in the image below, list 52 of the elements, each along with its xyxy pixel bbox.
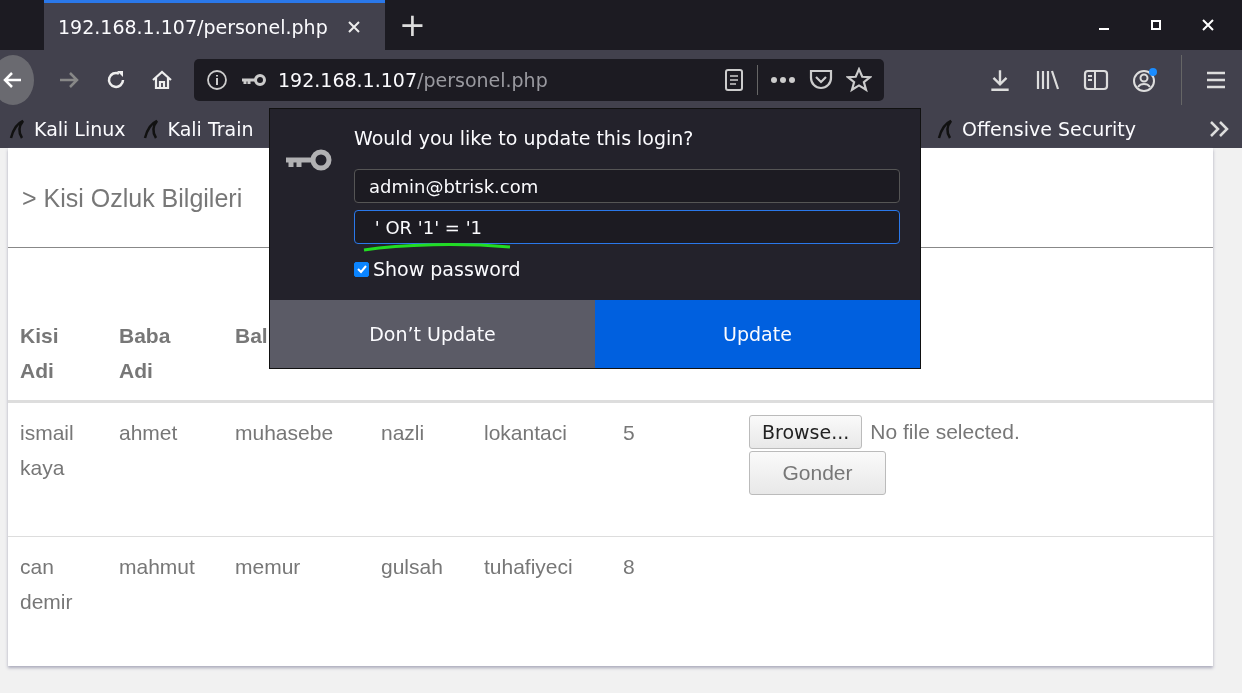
library-icon[interactable] (1035, 68, 1061, 92)
account-icon[interactable] (1131, 67, 1159, 93)
show-password-checkbox[interactable]: Show password (354, 258, 900, 280)
bookmark-item[interactable]: Kali Linux (8, 118, 126, 140)
more-icon[interactable] (770, 76, 796, 84)
column-header: Kisi Adi (20, 323, 59, 384)
new-tab-button[interactable]: + (385, 0, 440, 50)
password-field[interactable]: ' OR '1' = '1 (354, 210, 900, 244)
pocket-icon[interactable] (808, 68, 834, 92)
tab-title: 192.168.1.107/personel.php (58, 15, 328, 38)
table-cell-text: can demir (20, 554, 74, 615)
table-cell-text: ismail kaya (20, 420, 75, 481)
section-heading: > Kisi Ozluk Bilgileri (22, 183, 243, 213)
bookmark-item[interactable]: Offensive Security (936, 118, 1136, 140)
bookmark-item[interactable]: Kali Train (141, 118, 254, 140)
popup-title: Would you like to update this login? (354, 127, 695, 149)
address-bar[interactable]: 192.168.1.107/personel.php (194, 59, 884, 101)
table-cell-text: muhasebe (235, 420, 335, 446)
chevron-icon[interactable] (1208, 119, 1230, 139)
sidebar-icon[interactable] (1083, 68, 1109, 92)
url-text: 192.168.1.107/personel.php (278, 69, 548, 91)
table-cell-text: 5 (623, 420, 636, 446)
table-cell-text: lokantaci (484, 420, 568, 446)
submit-button[interactable]: Gonder (749, 451, 886, 495)
show-password-label: Show password (373, 258, 521, 280)
key-icon (284, 147, 334, 173)
info-icon[interactable] (206, 69, 228, 91)
table-cell-text: tuhafiyeci (484, 554, 574, 580)
file-status-text: No file selected. (870, 420, 1020, 444)
reader-view-icon[interactable] (723, 68, 745, 92)
update-button[interactable]: Update (595, 300, 920, 368)
browse-button[interactable]: Browse... (749, 415, 863, 449)
star-icon[interactable] (846, 67, 872, 93)
table-cell-text: gulsah (381, 554, 444, 580)
close-icon[interactable] (1202, 19, 1214, 31)
username-field[interactable]: admin@btrisk.com (354, 169, 900, 203)
table-cell-text: ahmet (119, 420, 179, 446)
home-icon[interactable] (150, 68, 174, 92)
menu-icon[interactable] (1204, 69, 1228, 91)
column-header: Baba Adi (119, 323, 171, 384)
browser-tab[interactable]: 192.168.1.107/personel.php (44, 0, 385, 50)
dont-update-button[interactable]: Don’t Update (270, 300, 595, 368)
column-header: Bal (235, 323, 268, 349)
back-button[interactable] (0, 55, 34, 105)
key-icon[interactable] (240, 72, 266, 88)
table-cell-text: memur (235, 554, 302, 580)
close-icon[interactable] (345, 18, 362, 35)
checkbox-icon[interactable] (354, 261, 369, 277)
table-cell-text: nazli (381, 420, 426, 446)
maximize-icon[interactable] (1150, 19, 1162, 31)
table-cell-text: 8 (623, 554, 636, 580)
table-cell-text: mahmut (119, 554, 196, 580)
